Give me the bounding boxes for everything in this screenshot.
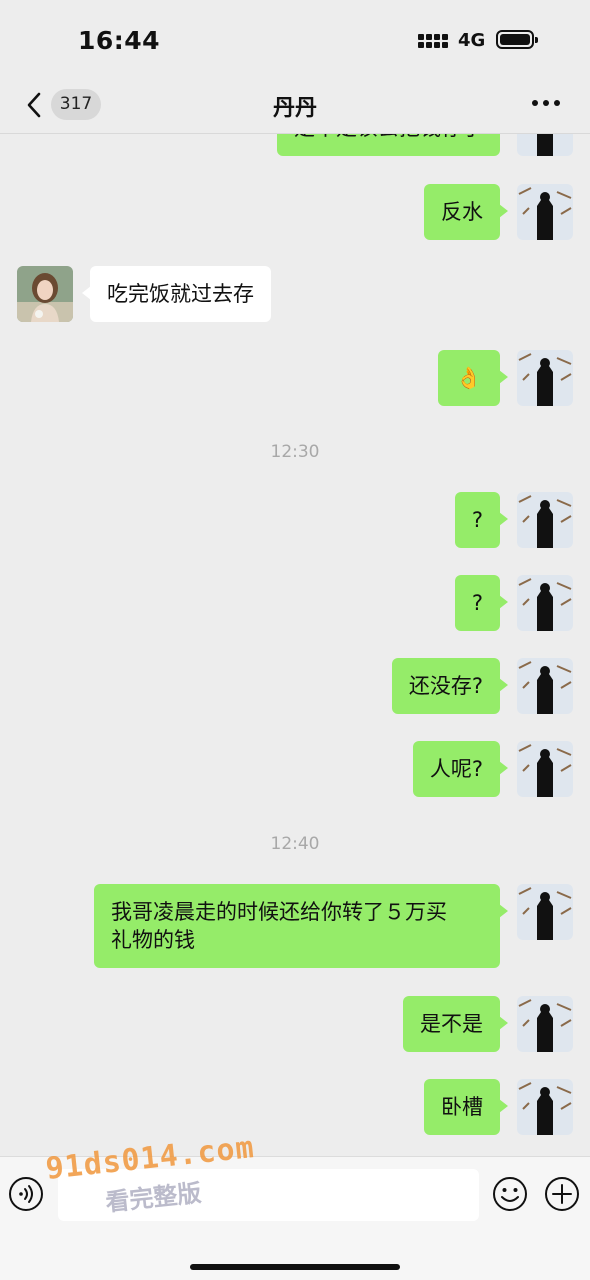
plus-icon[interactable] xyxy=(544,1176,580,1212)
message-bubble[interactable]: 👌 xyxy=(437,350,509,406)
self-avatar[interactable] xyxy=(517,134,573,156)
network-type: 4G xyxy=(458,30,486,51)
message-bubble[interactable]: 反水 xyxy=(424,184,508,240)
message-bubble[interactable]: 是不是该去把钱存了 xyxy=(277,134,500,156)
message-text-line: 我哥凌晨走的时候还给你转了５万买 xyxy=(111,900,447,924)
message-bubble[interactable]: ? xyxy=(454,575,509,631)
home-indicator[interactable] xyxy=(190,1264,400,1270)
voice-input-icon[interactable] xyxy=(8,1176,44,1212)
self-avatar[interactable] xyxy=(517,184,573,240)
self-avatar[interactable] xyxy=(517,492,573,548)
message-bubble[interactable]: 我哥凌晨走的时候还给你转了５万买 礼物的钱 xyxy=(94,884,508,968)
contact-avatar[interactable] xyxy=(17,266,73,322)
status-time: 16:44 xyxy=(78,26,161,55)
status-bar: 16:44 4G xyxy=(0,0,590,80)
message-text-line: 礼物的钱 xyxy=(111,928,195,952)
message-bubble[interactable]: 吃完饭就过去存 xyxy=(82,266,271,322)
chat-header: 317 丹丹 xyxy=(0,80,590,134)
message-bubble[interactable]: 还没存? xyxy=(391,658,509,714)
self-avatar[interactable] xyxy=(517,884,573,940)
message-bubble[interactable]: 是不是 xyxy=(403,996,508,1052)
self-avatar[interactable] xyxy=(517,575,573,631)
self-avatar[interactable] xyxy=(517,658,573,714)
input-bar xyxy=(0,1156,590,1280)
cellular-signal-icon xyxy=(418,30,450,50)
self-avatar[interactable] xyxy=(517,741,573,797)
battery-icon xyxy=(496,30,538,49)
message-timestamp: 12:40 xyxy=(270,834,320,854)
message-list[interactable]: 是不是该去把钱存了 反水 吃完饭就过去存 👌 12:30 ? ? xyxy=(0,134,590,1156)
message-bubble[interactable]: 卧槽 xyxy=(424,1079,508,1135)
more-options-icon[interactable] xyxy=(532,100,560,108)
self-avatar[interactable] xyxy=(517,350,573,406)
emoji-icon[interactable] xyxy=(492,1176,528,1212)
self-avatar[interactable] xyxy=(517,996,573,1052)
message-input[interactable] xyxy=(58,1169,479,1221)
message-bubble[interactable]: ? xyxy=(454,492,509,548)
message-timestamp: 12:30 xyxy=(270,442,320,462)
chat-title: 丹丹 xyxy=(272,96,317,121)
self-avatar[interactable] xyxy=(517,1079,573,1135)
message-bubble[interactable]: 人呢? xyxy=(412,741,509,797)
